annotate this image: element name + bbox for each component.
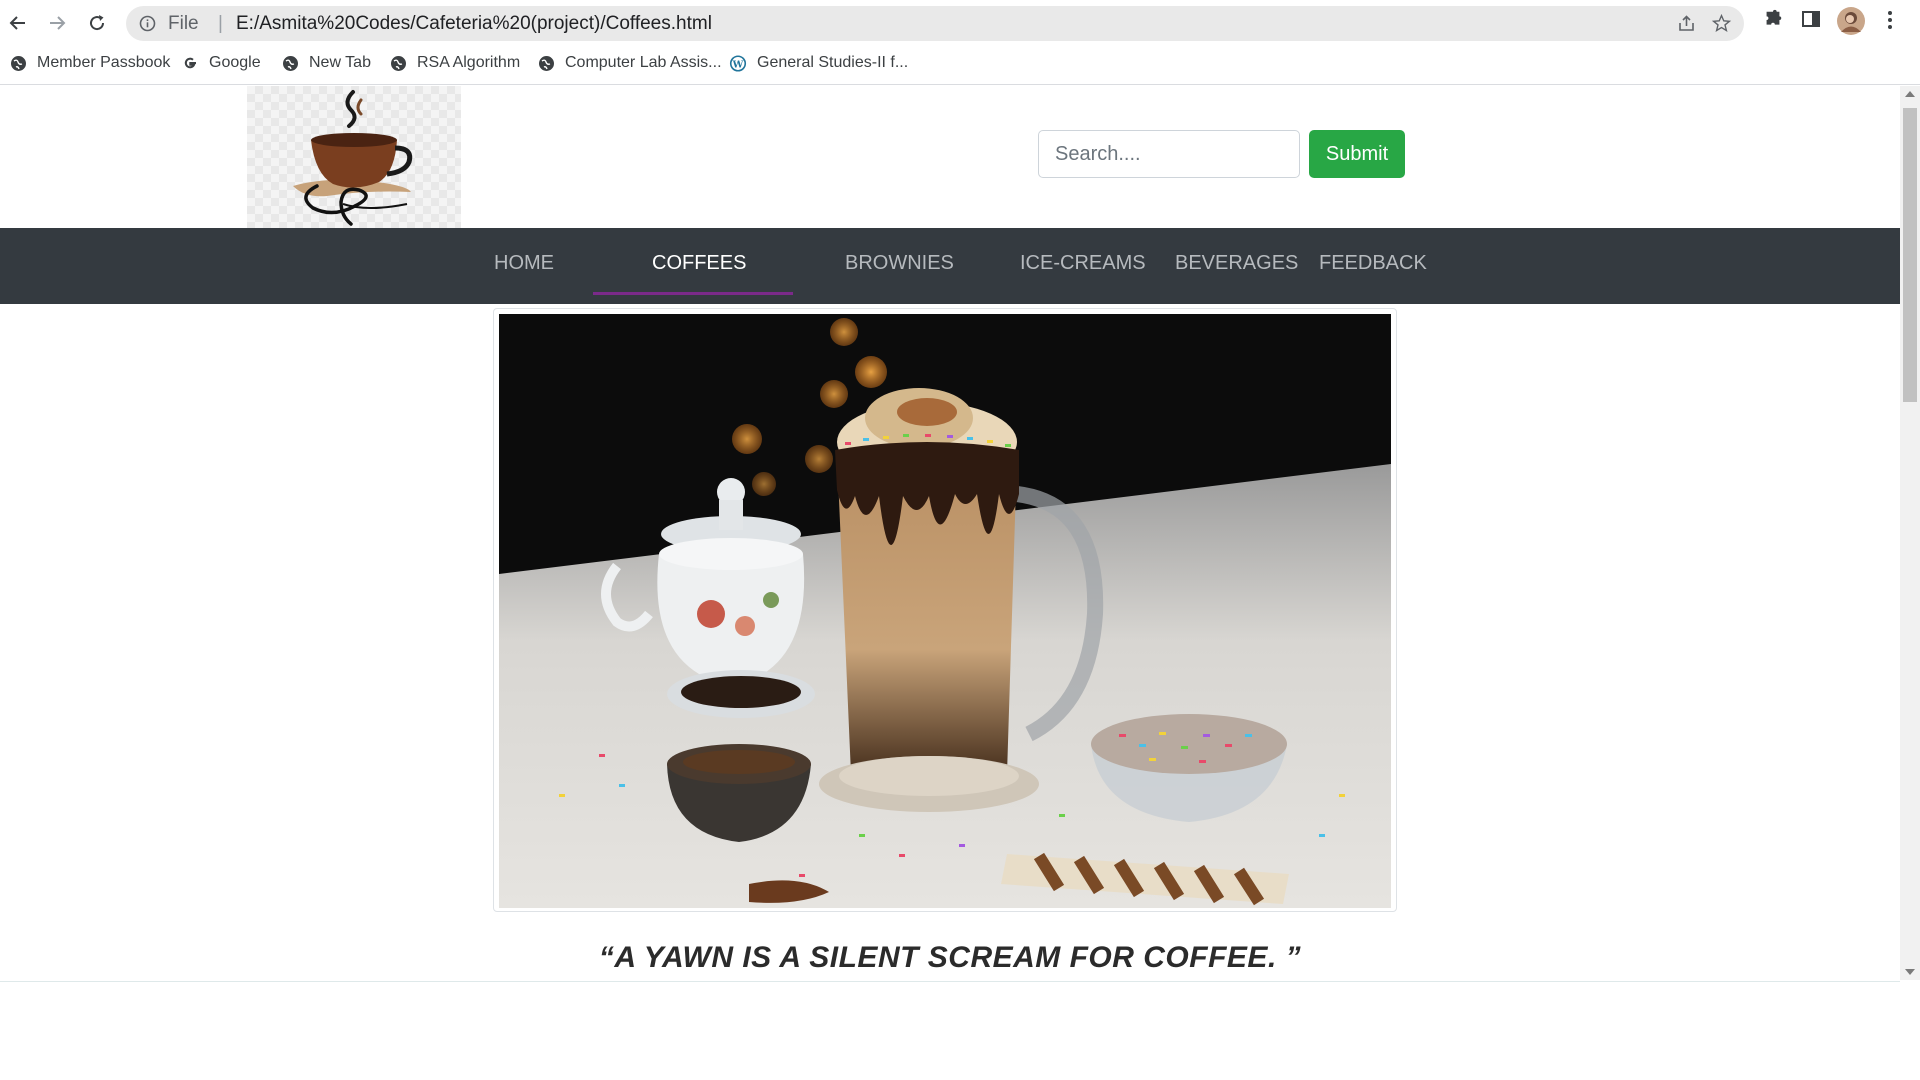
bookmark-label: RSA Algorithm [417, 54, 521, 71]
forward-arrow-icon [50, 16, 66, 30]
wordpress-icon: W [729, 54, 747, 72]
nav-ice-creams[interactable]: ICE-CREAMS [1020, 252, 1146, 275]
globe-icon [537, 54, 555, 72]
scroll-up-icon[interactable] [1905, 91, 1915, 97]
nav-brownies[interactable]: BROWNIES [845, 252, 954, 275]
cafe-logo[interactable] [247, 86, 461, 228]
coffee-quote: “A YAWN IS A SILENT SCREAM FOR COFFEE. ” [598, 941, 1302, 974]
bookmarks-bar: Member Passbook Google New Tab RSA Algor… [0, 45, 1920, 85]
back-button[interactable] [3, 8, 33, 38]
browser-menu-icon[interactable] [1887, 10, 1893, 35]
globe-icon [281, 54, 299, 72]
nav-coffees[interactable]: COFFEES [652, 252, 746, 275]
url-text[interactable]: E:/Asmita%20Codes/Cafeteria%20(project)/… [236, 13, 712, 35]
scheme-separator: | [218, 13, 223, 34]
page-scrollbar[interactable] [1900, 86, 1920, 980]
browser-toolbar: File | E:/Asmita%20Codes/Cafeteria%20(pr… [0, 0, 1920, 45]
search-input[interactable] [1038, 130, 1300, 178]
bookmark-label: General Studies-II f... [757, 54, 909, 71]
coffee-cup-logo-icon [293, 90, 413, 226]
address-bar[interactable]: File | E:/Asmita%20Codes/Cafeteria%20(pr… [126, 6, 1744, 41]
google-icon [181, 54, 199, 72]
bookmark-general-studies[interactable]: W General Studies-II f... [729, 54, 908, 72]
extensions-puzzle-icon[interactable] [1762, 9, 1784, 36]
bookmark-computer-lab[interactable]: Computer Lab Assis... [537, 54, 722, 72]
bookmark-label: Google [209, 54, 261, 71]
bookmark-google[interactable]: Google [181, 54, 261, 72]
main-navbar: HOME COFFEES BROWNIES ICE-CREAMS BEVERAG… [0, 228, 1900, 304]
coffee-hero-image [499, 314, 1391, 908]
coffee-hero-image-frame [493, 308, 1397, 912]
active-nav-indicator [593, 292, 793, 295]
bookmark-label: Member Passbook [37, 54, 171, 71]
bookmark-label: New Tab [309, 54, 371, 71]
scrollbar-thumb[interactable] [1903, 108, 1917, 402]
nav-beverages[interactable]: BEVERAGES [1175, 252, 1298, 275]
nav-home[interactable]: HOME [494, 252, 554, 275]
bookmark-member-passbook[interactable]: Member Passbook [9, 54, 170, 72]
forward-button[interactable] [42, 8, 72, 38]
bookmark-star-icon[interactable] [1711, 13, 1732, 39]
globe-icon [389, 54, 407, 72]
scheme-label: File [168, 13, 199, 34]
bookmark-rsa-algorithm[interactable]: RSA Algorithm [389, 54, 520, 72]
scroll-down-icon[interactable] [1905, 969, 1915, 975]
bookmark-label: Computer Lab Assis... [565, 54, 722, 71]
profile-avatar[interactable] [1837, 7, 1865, 40]
back-arrow-icon [9, 16, 25, 30]
side-panel-icon[interactable] [1801, 9, 1821, 34]
share-icon[interactable] [1677, 14, 1696, 38]
bookmark-new-tab[interactable]: New Tab [281, 54, 371, 72]
reload-icon [90, 15, 105, 31]
nav-feedback[interactable]: FEEDBACK [1319, 252, 1427, 275]
submit-button[interactable]: Submit [1309, 130, 1405, 178]
svg-text:W: W [732, 59, 744, 70]
globe-icon [9, 54, 27, 72]
footer-divider [0, 981, 1900, 982]
info-icon[interactable] [139, 15, 156, 37]
reload-button[interactable] [82, 8, 112, 38]
page-viewport: Submit HOME COFFEES BROWNIES ICE-CREAMS … [0, 86, 1900, 1080]
